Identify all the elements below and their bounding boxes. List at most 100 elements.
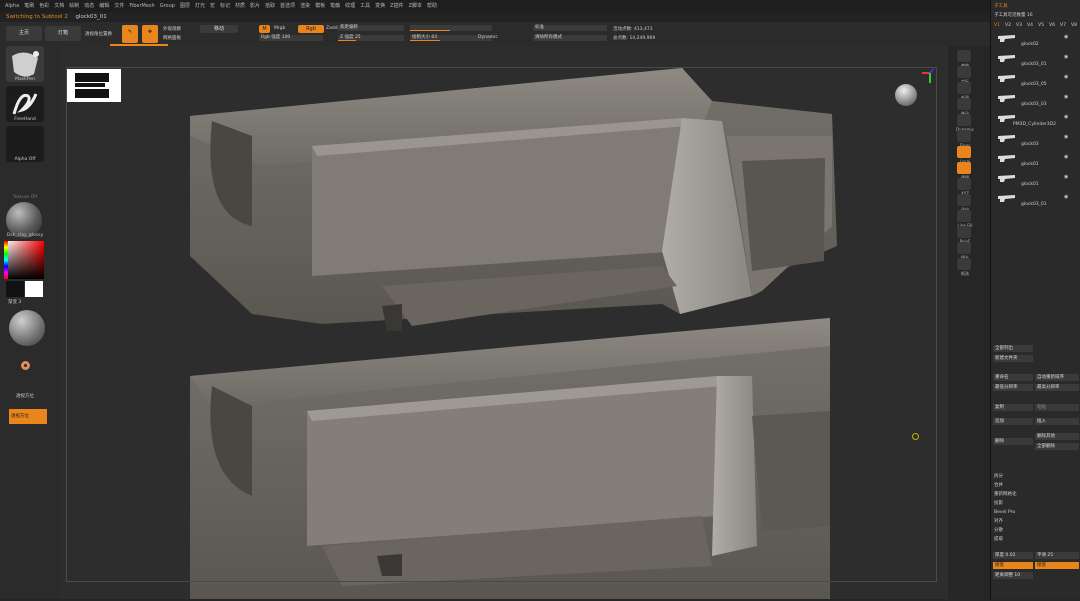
subtool-thumbnail-icon[interactable] — [997, 94, 1017, 103]
menu-item[interactable]: 色彩 — [39, 0, 49, 12]
zsub-slider[interactable]: 标准 — [533, 25, 607, 31]
visibility-eye-icon[interactable]: ◉ — [1064, 94, 1068, 100]
version-tab[interactable]: V8 — [1071, 22, 1077, 29]
menu-item[interactable]: 影片 — [250, 0, 260, 12]
visibility-eye-icon[interactable]: ◉ — [1064, 34, 1068, 40]
m-button[interactable]: M — [259, 25, 270, 33]
zscript-dropdown[interactable]: 清除所有模式 — [533, 35, 607, 41]
accept-fill-button[interactable]: 接受 — [1035, 562, 1079, 569]
subtool-thumbnail-icon[interactable] — [997, 54, 1017, 63]
menu-item[interactable]: 编辑 — [99, 0, 109, 12]
right-shelf-icon[interactable] — [957, 258, 971, 270]
floor-grid-label[interactable]: 网格面板 — [163, 35, 181, 41]
rename-button[interactable]: 重命名 — [993, 374, 1033, 381]
color-picker[interactable] — [6, 241, 44, 279]
version-tab[interactable]: V5 — [1038, 22, 1044, 29]
subtool-thumbnail-icon[interactable] — [997, 134, 1017, 143]
merge-button[interactable]: 合并 — [994, 482, 1003, 489]
right-shelf-icon[interactable] — [957, 114, 971, 126]
menu-item[interactable]: FiberMesh — [129, 0, 154, 12]
navigation-head-icon[interactable] — [895, 84, 917, 106]
menu-item[interactable]: 文档 — [54, 0, 64, 12]
edit-button[interactable]: ✎ — [122, 25, 138, 43]
lightbox-button[interactable]: 灯箱 — [45, 26, 81, 41]
menu-item[interactable]: 标记 — [220, 0, 230, 12]
matcap-sphere[interactable] — [9, 310, 45, 346]
subtool-name[interactable]: glock03_01 — [1021, 61, 1047, 68]
menu-item[interactable]: 工具 — [360, 0, 370, 12]
reference-thumbnail[interactable] — [67, 69, 121, 102]
zadd-label[interactable]: Zadd — [326, 26, 338, 31]
menu-item[interactable]: 图层 — [180, 0, 190, 12]
smooth-slider[interactable]: 平滑 25 — [1035, 552, 1079, 559]
subtool-name[interactable]: glock03 — [1021, 141, 1039, 148]
dynamic-label[interactable]: Dynamic — [478, 35, 498, 40]
thickness-slider[interactable]: 厚度 0.02 — [993, 552, 1033, 559]
z-intensity-slider[interactable]: Z 强度 25 — [338, 35, 404, 41]
version-tab[interactable]: V3 — [1016, 22, 1022, 29]
secondary-color-swatch[interactable] — [25, 281, 43, 297]
menu-item[interactable]: Alpha — [5, 0, 19, 12]
menu-item[interactable]: Z插件 — [390, 0, 403, 12]
floor-label[interactable]: 外观观察 — [163, 26, 181, 32]
accept-button[interactable]: 接受 — [993, 562, 1033, 569]
delete-all-button[interactable]: 全部删除 — [1035, 443, 1079, 450]
all-low-button[interactable]: 最低分辨率 — [993, 384, 1033, 391]
draw-button[interactable]: ✥ — [142, 25, 158, 43]
right-shelf-icon[interactable] — [957, 98, 971, 110]
version-tab[interactable]: V1 — [994, 22, 1000, 29]
distance-slider[interactable]: 距离调整 10 — [993, 572, 1033, 579]
right-shelf-icon[interactable] — [957, 162, 971, 174]
right-shelf-icon[interactable] — [957, 82, 971, 94]
list-all-button[interactable]: 全部列出 — [993, 345, 1033, 352]
new-folder-button[interactable]: 新建文件夹 — [993, 355, 1033, 362]
menu-item[interactable]: Z脚本 — [409, 0, 422, 12]
right-shelf-icon[interactable] — [957, 226, 971, 238]
menu-item[interactable]: 绘制 — [69, 0, 79, 12]
version-tab[interactable]: V7 — [1060, 22, 1066, 29]
right-shelf-icon[interactable] — [957, 210, 971, 222]
orient-button[interactable]: 透视方位 — [9, 409, 47, 424]
subtool-name[interactable]: glock03_03 — [1021, 101, 1047, 108]
distribute-button[interactable]: 分散 — [994, 527, 1003, 534]
visibility-eye-icon[interactable]: ◉ — [1064, 54, 1068, 60]
menu-item[interactable]: 文件 — [114, 0, 124, 12]
subtool-thumbnail-icon[interactable] — [997, 74, 1017, 83]
menu-item[interactable]: 变换 — [375, 0, 385, 12]
subtool-thumbnail-icon[interactable] — [997, 174, 1017, 183]
visibility-eye-icon[interactable]: ◉ — [1064, 174, 1068, 180]
hue-strip[interactable] — [4, 241, 8, 279]
menu-item[interactable]: 纹理 — [345, 0, 355, 12]
subtool-name[interactable]: PM3D_Cylinder3D2 — [1013, 121, 1056, 128]
right-shelf-icon[interactable] — [957, 66, 971, 78]
auto-reorder-button[interactable]: 自动重新排序 — [1035, 374, 1079, 381]
quick-sketch-label[interactable]: 透视角位置换 — [85, 31, 112, 37]
version-tab[interactable]: V6 — [1049, 22, 1055, 29]
subtool-thumbnail-icon[interactable] — [997, 34, 1017, 43]
version-tab[interactable]: V4 — [1027, 22, 1033, 29]
append-button[interactable]: 追加 — [993, 418, 1033, 425]
menu-item[interactable]: 材质 — [235, 0, 245, 12]
subtool-thumbnail-icon[interactable] — [997, 194, 1017, 203]
right-shelf-icon[interactable] — [957, 146, 971, 158]
home-button[interactable]: 主页 — [6, 26, 42, 41]
move-button[interactable]: 移动 — [200, 25, 238, 33]
right-shelf-icon[interactable] — [957, 178, 971, 190]
right-shelf-icon[interactable] — [957, 194, 971, 206]
rgb-button[interactable]: Rgb — [298, 25, 324, 33]
menu-item[interactable]: 首选项 — [280, 0, 295, 12]
menu-item[interactable]: 灯光 — [195, 0, 205, 12]
project-button[interactable]: 投影 — [994, 500, 1003, 507]
align-button[interactable]: 对齐 — [994, 518, 1003, 525]
visibility-eye-icon[interactable]: ◉ — [1064, 114, 1068, 120]
split-button[interactable]: 拆分 — [994, 473, 1003, 480]
menu-item[interactable]: 帮助 — [427, 0, 437, 12]
visibility-eye-icon[interactable]: ◉ — [1064, 154, 1068, 160]
main-color-swatch[interactable] — [6, 281, 24, 297]
right-shelf-icon[interactable] — [957, 242, 971, 254]
menu-item[interactable]: 拾取 — [265, 0, 275, 12]
bevel-button[interactable]: Bevel Pro — [994, 509, 1015, 516]
subtool-name[interactable]: glock02 — [1021, 41, 1039, 48]
mrgb-label[interactable]: Mrgb — [274, 26, 285, 31]
all-high-button[interactable]: 最高分辨率 — [1035, 384, 1079, 391]
